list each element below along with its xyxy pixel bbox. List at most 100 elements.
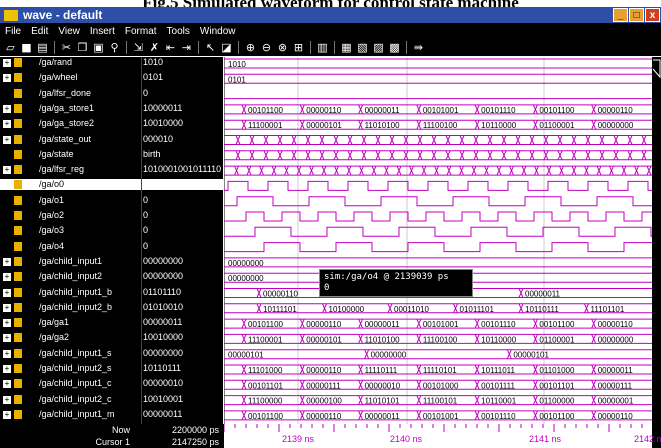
wave-value-label: 00000000: [598, 335, 634, 344]
signal-row[interactable]: + /ga/ga1 00000011: [0, 317, 223, 328]
signal-value: 0101: [143, 72, 164, 83]
wave-value-label: 00000010: [365, 381, 401, 390]
continue-icon[interactable]: ▨: [372, 41, 385, 54]
expand-icon[interactable]: +: [3, 303, 11, 312]
wave-trace: [224, 226, 652, 237]
signal-value: 00000000: [143, 255, 184, 266]
step-icon[interactable]: ▦: [340, 41, 353, 54]
cut-icon[interactable]: ✂: [60, 41, 73, 54]
expand-icon[interactable]: +: [3, 120, 11, 129]
menu-format[interactable]: Format: [120, 26, 162, 37]
zoom-out-icon[interactable]: ⊖: [260, 41, 273, 54]
signal-row[interactable]: + /ga/state_out 000010: [0, 134, 223, 145]
signal-value: birth: [143, 148, 161, 159]
menu-view[interactable]: View: [53, 26, 85, 37]
vertical-scrollbar[interactable]: [652, 57, 661, 424]
signal-row[interactable]: + /ga/child_input1_s 00000000: [0, 348, 223, 359]
expand-icon[interactable]: +: [3, 395, 11, 404]
zoom-in-icon[interactable]: ⊕: [244, 41, 257, 54]
signal-row[interactable]: /ga/o3 0: [0, 225, 223, 236]
zoom-mode-icon[interactable]: ◪: [220, 41, 233, 54]
wave-value-label: 00101100: [539, 320, 575, 329]
signal-row[interactable]: + /ga/rand 1010: [0, 57, 223, 68]
delete-cursor-icon[interactable]: ✗: [148, 41, 161, 54]
waveform-pane[interactable]: 1010 0101 00101100 00000110 00000011 00101001…: [224, 57, 652, 424]
wave-value-label: 00000111: [598, 381, 633, 390]
open-icon[interactable]: ▱: [4, 41, 17, 54]
expand-icon[interactable]: +: [3, 334, 11, 343]
expand-icon[interactable]: +: [3, 319, 11, 328]
expand-icon[interactable]: +: [3, 380, 11, 389]
expand-icon[interactable]: +: [3, 365, 11, 373]
insert-cursor-icon[interactable]: ⇲: [132, 41, 145, 54]
break-icon[interactable]: ▩: [388, 41, 401, 54]
save-icon[interactable]: ■: [20, 41, 33, 54]
signal-row[interactable]: /ga/o4 0: [0, 241, 223, 252]
signal-row[interactable]: /ga/o1 0: [0, 195, 223, 206]
time-ruler[interactable]: 2139 ns 2140 ns 2141 ns 2142 n: [223, 424, 661, 448]
menu-window[interactable]: Window: [195, 26, 241, 37]
prev-edge-icon[interactable]: ⇤: [164, 41, 177, 54]
signal-icon: [14, 333, 22, 343]
find-signal-icon[interactable]: ▥: [316, 41, 329, 54]
paste-icon[interactable]: ▣: [92, 41, 105, 54]
expand-icon[interactable]: +: [3, 349, 11, 358]
menu-file[interactable]: File: [0, 26, 26, 37]
expand-icon[interactable]: +: [3, 273, 11, 282]
wave-value-label: 10110000: [481, 121, 517, 130]
menu-insert[interactable]: Insert: [85, 26, 120, 37]
signal-row[interactable]: /ga/lfsr_done 0: [0, 88, 223, 99]
expand-icon[interactable]: +: [3, 74, 11, 83]
signal-name: /ga/o4: [39, 240, 65, 251]
minimize-button[interactable]: _: [613, 8, 628, 22]
signal-row[interactable]: + /ga/child_input1_c 00000010: [0, 378, 223, 389]
expand-icon[interactable]: +: [3, 59, 11, 67]
signal-row[interactable]: + /ga/child_input1_b 01101110: [0, 287, 223, 298]
signal-row[interactable]: + /ga/child_input2 00000000: [0, 271, 223, 282]
run-icon[interactable]: ⇛: [412, 41, 425, 54]
zoom-full-icon[interactable]: ⊗: [276, 41, 289, 54]
signal-row[interactable]: + /ga/ga_store2 10010000: [0, 118, 223, 129]
signal-row[interactable]: + /ga/ga2 10010000: [0, 332, 223, 343]
wave-value-label: 11101101: [591, 305, 625, 314]
signal-row[interactable]: + /ga/ga_store1 10000011: [0, 103, 223, 114]
menu-edit[interactable]: Edit: [26, 26, 53, 37]
wave-value-label: 10110000: [481, 335, 517, 344]
signal-row[interactable]: /ga/o2 0: [0, 210, 223, 221]
signal-row[interactable]: + /ga/lfsr_reg 1010001001011110: [0, 164, 223, 175]
signal-row[interactable]: /ga/o0 1: [0, 179, 223, 191]
wave-value-label: 00000110: [306, 412, 342, 421]
next-edge-icon[interactable]: ⇥: [180, 41, 193, 54]
signal-row[interactable]: + /ga/wheel 0101: [0, 72, 223, 83]
step-over-icon[interactable]: ▧: [356, 41, 369, 54]
expand-icon[interactable]: +: [3, 104, 11, 113]
signal-name: /ga/child_input1_m: [39, 408, 115, 419]
close-button[interactable]: x: [645, 8, 660, 22]
signal-row[interactable]: + /ga/child_input1_m 00000011: [0, 409, 223, 420]
expand-icon[interactable]: +: [3, 135, 11, 144]
signal-row[interactable]: + /ga/child_input2_c 10010001: [0, 394, 223, 405]
find-icon[interactable]: ⚲: [108, 41, 121, 54]
signal-value: 01010010: [143, 301, 184, 312]
expand-icon[interactable]: +: [3, 410, 11, 419]
signal-row[interactable]: + /ga/child_input2_b 01010010: [0, 302, 223, 313]
signal-icon: [14, 134, 22, 144]
expand-icon[interactable]: +: [3, 257, 11, 266]
maximize-button[interactable]: □: [629, 8, 644, 22]
expand-icon[interactable]: +: [3, 288, 11, 297]
wave-value-label: 00000011: [598, 366, 634, 375]
signal-row[interactable]: /ga/state birth: [0, 149, 223, 160]
wave-value-label: 11010101: [365, 397, 401, 406]
signal-icon: [14, 318, 22, 328]
expand-icon[interactable]: +: [3, 166, 11, 175]
zoom-cursor-icon[interactable]: ⊞: [292, 41, 305, 54]
print-icon[interactable]: ▤: [36, 41, 49, 54]
copy-icon[interactable]: ❐: [76, 41, 89, 54]
menu-tools[interactable]: Tools: [162, 26, 195, 37]
signal-value: 00000011: [143, 317, 183, 328]
signal-row[interactable]: + /ga/child_input2_s 10110111: [0, 363, 223, 374]
select-pointer-icon[interactable]: ↖: [204, 41, 217, 54]
column-divider[interactable]: [141, 57, 142, 424]
signal-row[interactable]: + /ga/child_input1 00000000: [0, 256, 223, 267]
signal-value: 0: [143, 210, 149, 220]
